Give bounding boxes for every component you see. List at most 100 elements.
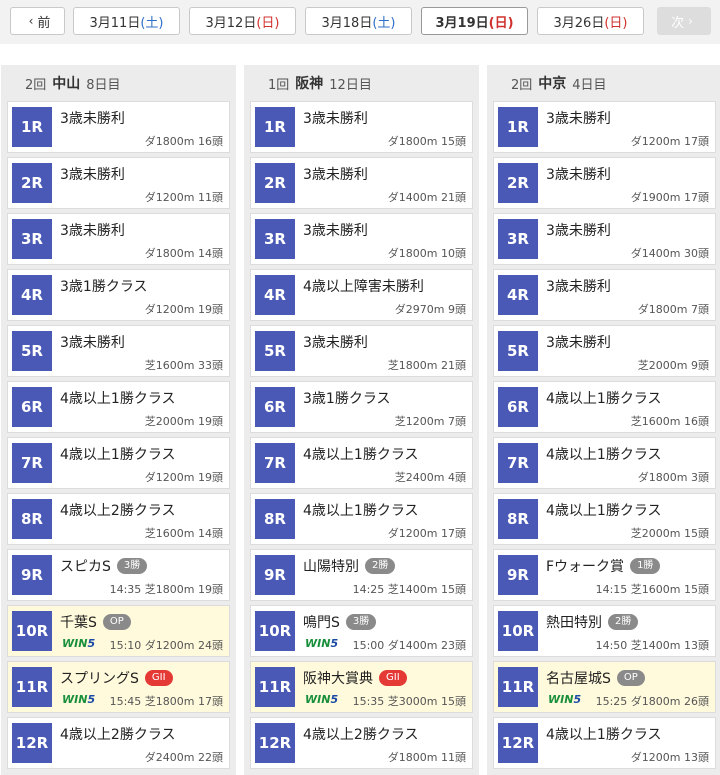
race-name: 4歳以上1勝クラス <box>546 503 662 519</box>
race-number: 7R <box>498 443 538 483</box>
prev-label: 前 <box>37 15 51 31</box>
race-card[interactable]: 6R 4歳以上1勝クラス 芝1600m 16頭 <box>493 381 716 433</box>
race-title: 4歳以上1勝クラス <box>546 444 662 464</box>
race-card[interactable]: 9R 山陽特別 2勝 14:25 芝1400m 15頭 <box>250 549 473 601</box>
race-name: 4歳以上2勝クラス <box>303 727 419 743</box>
race-name: 3歳未勝利 <box>60 167 125 183</box>
race-name: スピカS <box>60 559 111 575</box>
race-grade-badge: GII <box>379 670 407 686</box>
race-title: 3歳未勝利 <box>546 276 611 296</box>
race-card[interactable]: 11R スプリングS GII WIN5 15:45 芝1800m 17頭 <box>7 661 230 713</box>
race-card[interactable]: 2R 3歳未勝利 ダ1200m 11頭 <box>7 157 230 209</box>
race-info: ダ2400m 22頭 <box>144 751 223 764</box>
race-card[interactable]: 3R 3歳未勝利 ダ1800m 10頭 <box>250 213 473 265</box>
date-tab[interactable]: 3月12日 (日) <box>189 7 296 35</box>
race-number: 9R <box>498 555 538 595</box>
race-info: 芝2000m 19頭 <box>144 415 223 428</box>
race-card[interactable]: 1R 3歳未勝利 ダ1800m 15頭 <box>250 101 473 153</box>
race-info: ダ1200m 17頭 <box>630 135 709 148</box>
race-card[interactable]: 2R 3歳未勝利 ダ1900m 17頭 <box>493 157 716 209</box>
race-grade-badge: 2勝 <box>608 614 639 630</box>
race-card[interactable]: 10R 熱田特別 2勝 14:50 芝1400m 13頭 <box>493 605 716 657</box>
race-card[interactable]: 2R 3歳未勝利 ダ1400m 21頭 <box>250 157 473 209</box>
race-card[interactable]: 4R 4歳以上障害未勝利 ダ2970m 9頭 <box>250 269 473 321</box>
race-title: 千葉S OP <box>60 612 131 632</box>
race-info: 15:25 ダ1800m 26頭 <box>595 695 709 708</box>
race-info: ダ1200m 17頭 <box>387 527 466 540</box>
race-name: 山陽特別 <box>303 559 359 575</box>
race-info: ダ1800m 10頭 <box>387 247 466 260</box>
race-card[interactable]: 8R 4歳以上1勝クラス 芝2000m 15頭 <box>493 493 716 545</box>
race-card[interactable]: 5R 3歳未勝利 芝1800m 21頭 <box>250 325 473 377</box>
race-number: 3R <box>498 219 538 259</box>
race-card[interactable]: 5R 3歳未勝利 芝2000m 9頭 <box>493 325 716 377</box>
race-info: ダ1400m 21頭 <box>387 191 466 204</box>
race-number: 4R <box>12 275 52 315</box>
date-tab-active[interactable]: 3月19日 (日) <box>421 7 528 35</box>
race-card[interactable]: 4R 3歳1勝クラス ダ1200m 19頭 <box>7 269 230 321</box>
race-card[interactable]: 12R 4歳以上2勝クラス ダ2400m 22頭 <box>7 717 230 769</box>
date-tab[interactable]: 3月26日 (日) <box>537 7 644 35</box>
race-number: 5R <box>12 331 52 371</box>
race-name: 3歳1勝クラス <box>60 279 148 295</box>
venue-kai: 1回 <box>268 77 290 93</box>
race-name: 3歳未勝利 <box>303 223 368 239</box>
race-card[interactable]: 11R 名古屋城S OP WIN5 15:25 ダ1800m 26頭 <box>493 661 716 713</box>
date-tab-dow: (日) <box>256 15 280 31</box>
race-card[interactable]: 12R 4歳以上1勝クラス ダ1200m 13頭 <box>493 717 716 769</box>
race-card[interactable]: 7R 4歳以上1勝クラス 芝2400m 4頭 <box>250 437 473 489</box>
next-button[interactable]: 次 › <box>657 7 711 35</box>
race-card[interactable]: 7R 4歳以上1勝クラス ダ1200m 19頭 <box>7 437 230 489</box>
race-card[interactable]: 5R 3歳未勝利 芝1600m 33頭 <box>7 325 230 377</box>
venue-column: 1回 阪神 12日目 1R 3歳未勝利 ダ1800m 15頭 2R 3歳未勝利 ダ1400m 2… <box>244 65 479 775</box>
race-card[interactable]: 1R 3歳未勝利 ダ1800m 16頭 <box>7 101 230 153</box>
race-grade-badge: 2勝 <box>365 558 396 574</box>
chevron-right-icon: › <box>688 14 693 28</box>
race-card[interactable]: 3R 3歳未勝利 ダ1400m 30頭 <box>493 213 716 265</box>
race-card[interactable]: 8R 4歳以上2勝クラス 芝1600m 14頭 <box>7 493 230 545</box>
race-card[interactable]: 8R 4歳以上1勝クラス ダ1200m 17頭 <box>250 493 473 545</box>
race-card[interactable]: 3R 3歳未勝利 ダ1800m 14頭 <box>7 213 230 265</box>
race-title: 4歳以上1勝クラス <box>60 444 176 464</box>
race-name: 3歳未勝利 <box>303 335 368 351</box>
prev-button[interactable]: ‹ 前 <box>10 7 65 35</box>
race-info: 芝1600m 16頭 <box>630 415 709 428</box>
win5-logo: WIN5 <box>548 693 582 706</box>
date-tab[interactable]: 3月18日 (土) <box>305 7 412 35</box>
race-title: 4歳以上1勝クラス <box>546 388 662 408</box>
race-number: 2R <box>498 163 538 203</box>
date-tab[interactable]: 3月11日 (土) <box>73 7 180 35</box>
race-info: 14:50 芝1400m 13頭 <box>595 639 709 652</box>
race-info: ダ1800m 15頭 <box>387 135 466 148</box>
date-tab-label: 3月19日 <box>435 15 489 31</box>
race-name: 3歳未勝利 <box>546 279 611 295</box>
venue-day: 8日目 <box>86 77 121 93</box>
race-card[interactable]: 9R スピカS 3勝 14:35 芝1800m 19頭 <box>7 549 230 601</box>
race-card[interactable]: 10R 千葉S OP WIN5 15:10 ダ1200m 24頭 <box>7 605 230 657</box>
race-title: 鳴門S 3勝 <box>303 612 377 632</box>
race-grade-badge: 3勝 <box>116 558 148 574</box>
race-number: 12R <box>498 723 538 763</box>
race-title: 名古屋城S OP <box>546 668 645 688</box>
venue-name: 阪神 <box>295 76 324 92</box>
race-card[interactable]: 11R 阪神大賞典 GII WIN5 15:35 芝3000m 15頭 <box>250 661 473 713</box>
race-card[interactable]: 9R Fウォーク賞 1勝 14:15 芝1600m 15頭 <box>493 549 716 601</box>
date-tab-label: 3月11日 <box>89 15 141 31</box>
race-card[interactable]: 1R 3歳未勝利 ダ1200m 17頭 <box>493 101 716 153</box>
race-title: 3歳未勝利 <box>60 164 125 184</box>
race-number: 11R <box>12 667 52 707</box>
race-number: 10R <box>498 611 538 651</box>
race-name: 3歳未勝利 <box>303 167 368 183</box>
race-card[interactable]: 4R 3歳未勝利 ダ1800m 7頭 <box>493 269 716 321</box>
race-number: 10R <box>12 611 52 651</box>
race-card[interactable]: 7R 4歳以上1勝クラス ダ1800m 3頭 <box>493 437 716 489</box>
race-title: 4歳以上2勝クラス <box>60 500 176 520</box>
race-number: 10R <box>255 611 295 651</box>
race-card[interactable]: 6R 3歳1勝クラス 芝1200m 7頭 <box>250 381 473 433</box>
race-card[interactable]: 12R 4歳以上2勝クラス ダ1800m 11頭 <box>250 717 473 769</box>
race-title: 4歳以上1勝クラス <box>60 388 176 408</box>
race-info: 芝1800m 21頭 <box>387 359 466 372</box>
race-card[interactable]: 10R 鳴門S 3勝 WIN5 15:00 ダ1400m 23頭 <box>250 605 473 657</box>
race-card[interactable]: 6R 4歳以上1勝クラス 芝2000m 19頭 <box>7 381 230 433</box>
race-title: Fウォーク賞 1勝 <box>546 556 661 576</box>
